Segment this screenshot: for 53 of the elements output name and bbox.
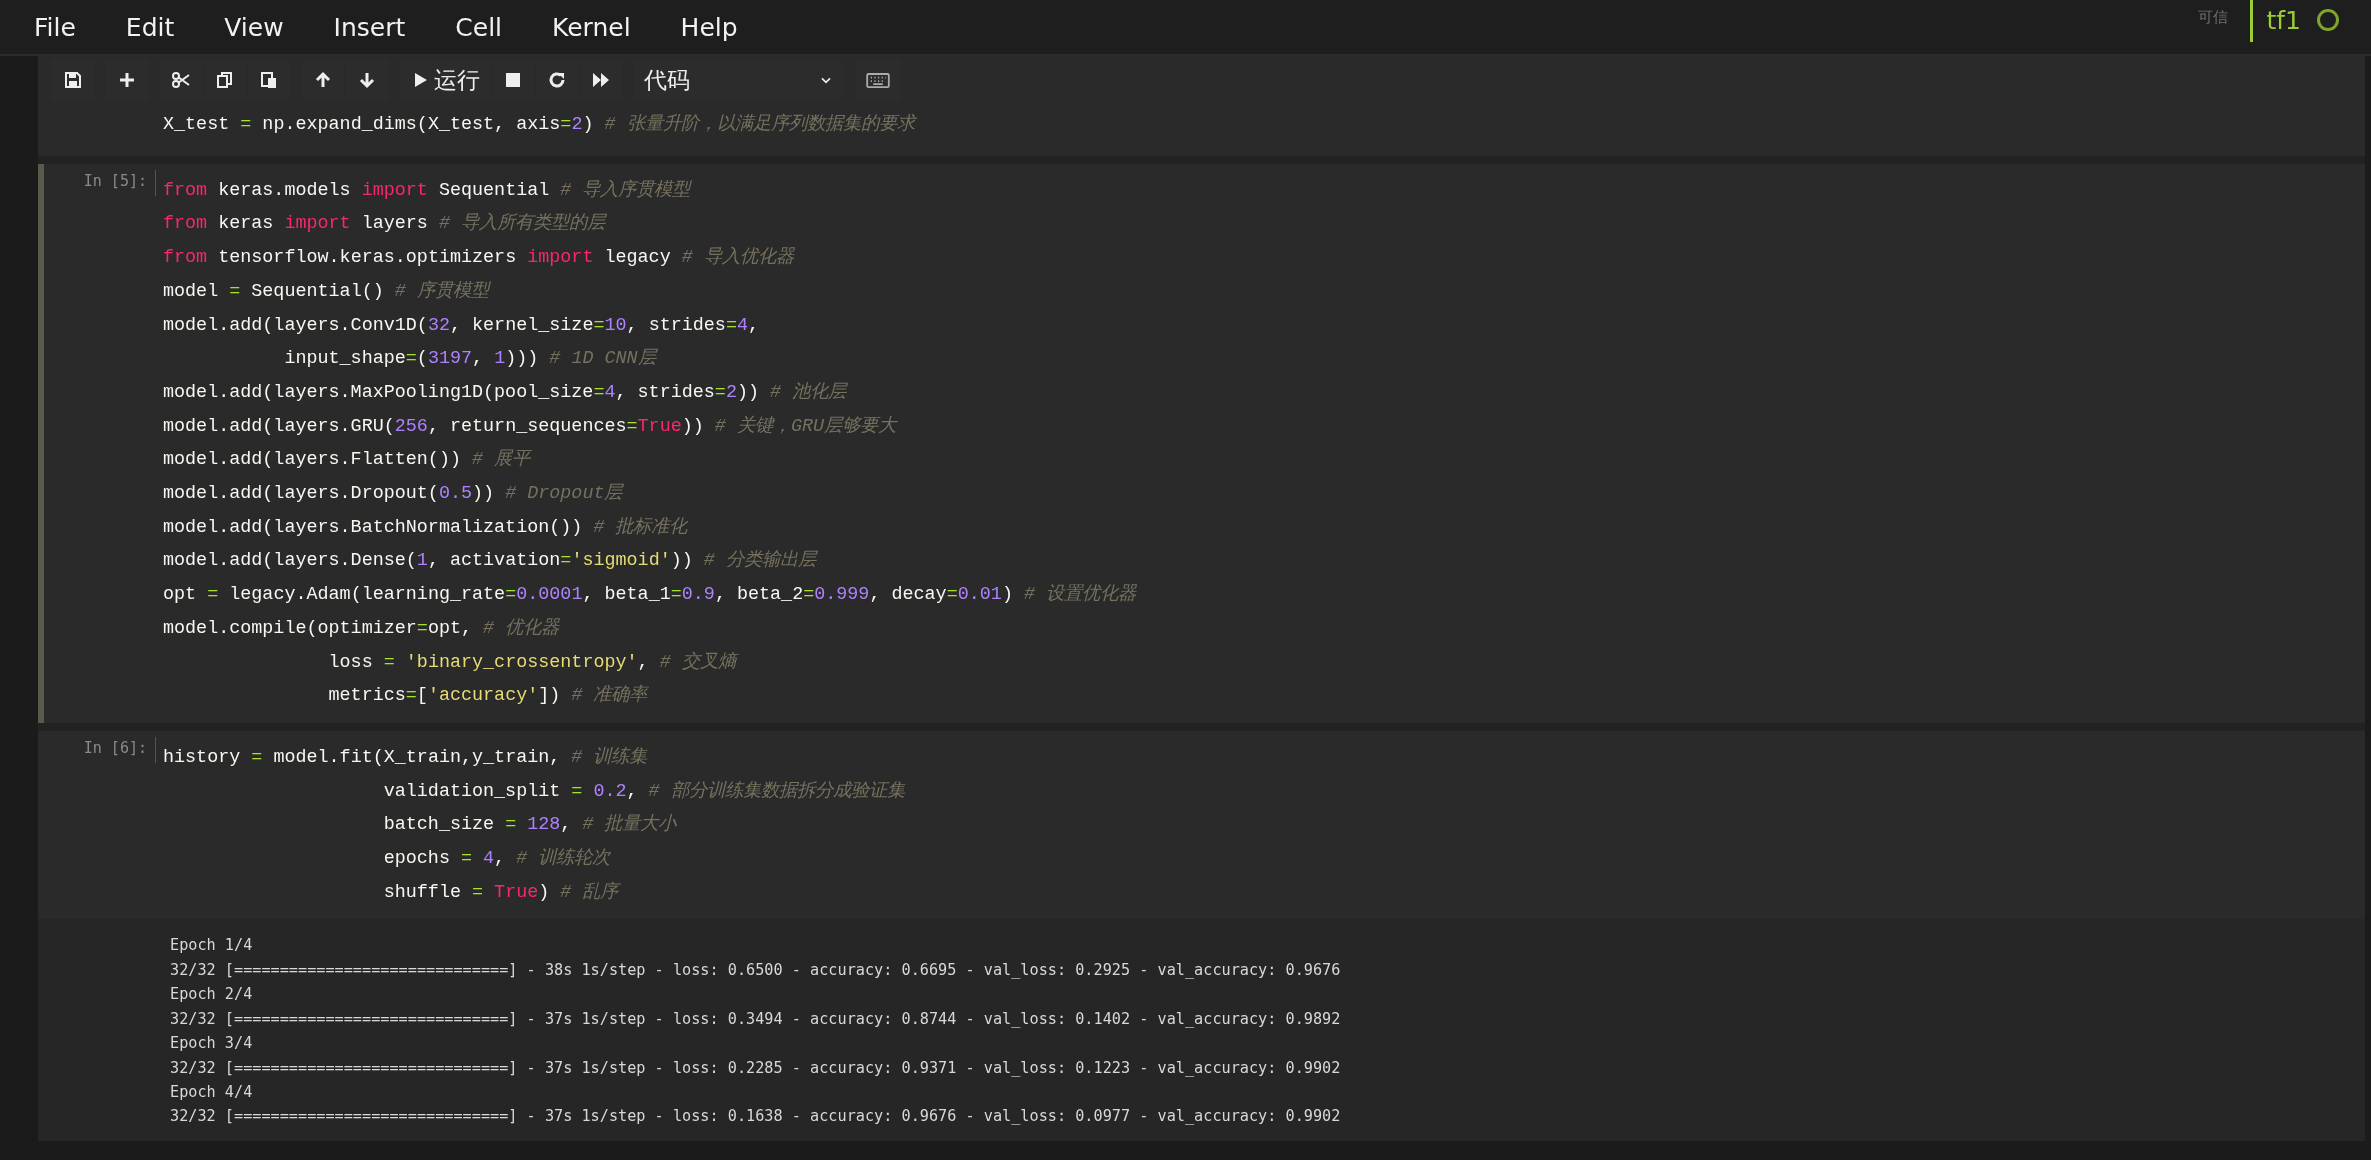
output-line: 32/32 [==============================] - 37s 1s/step - loss: 0.3494 - accuracy: 0.8744 - val_loss: 0.1402 - val_accuracy: 0.9892 [170, 1008, 1342, 1030]
menu-item[interactable]: View [224, 12, 284, 42]
code-line: batch_size = 128, # 批量大小 [382, 813, 678, 838]
code-line: opt = legacy.Adam(learning_rate=0.0001, beta_1=0.9, beta_2=0.999, decay=0.01) # 设置优化器 [163, 583, 1137, 608]
code-line: validation_split = 0.2, # 部分训练集数据拆分成验证集 [382, 779, 905, 804]
output-line: Epoch 2/4 [170, 984, 254, 1006]
code-line: model.add(layers.BatchNormalization()) # 批标准化 [163, 515, 689, 540]
code-line: from keras import layers # 导入所有类型的层 [163, 212, 608, 237]
code-line: model.add(layers.Dropout(0.5)) # Dropout层 [163, 482, 625, 507]
save-icon [63, 70, 83, 90]
output-line: 32/32 [==============================] - 38s 1s/step - loss: 0.6500 - accuracy: 0.6695 - val_loss: 0.2925 - val_accuracy: 0.9676 [170, 959, 1342, 981]
code-line: from keras.models import Sequential # 导入序贯模型 [163, 178, 693, 203]
code-line: input_shape=(3197, 1))) # 1D CNN层 [283, 347, 659, 372]
code-line: model.add(layers.Dense(1, activation='sigmoid')) # 分类输出层 [163, 549, 819, 574]
output-line: Epoch 4/4 [170, 1081, 254, 1103]
output-line: 32/32 [==============================] - 37s 1s/step - loss: 0.2285 - accuracy: 0.9371 - val_loss: 0.1223 - val_accuracy: 0.9902 [170, 1057, 1342, 1079]
kernel-name: tf1 [2266, 6, 2301, 35]
code-line: model.compile(optimizer=opt, # 优化器 [163, 616, 561, 641]
cell-prompt: In [6]: [82, 737, 148, 759]
menu-item[interactable]: Edit [125, 12, 175, 42]
code-line: model.add(layers.GRU(256, return_sequences=True)) # 关键，GRU层够要大 [163, 414, 899, 439]
code-line: history = model.fit(X_train,y_train, # 训练集 [163, 745, 649, 770]
output-line: 32/32 [==============================] - 37s 1s/step - loss: 0.1638 - accuracy: 0.9676 - val_loss: 0.0977 - val_accuracy: 0.9902 [170, 1106, 1342, 1128]
fast-forward-icon [591, 70, 611, 90]
cell-prompt: In [5]: [82, 170, 148, 192]
menu-item[interactable]: Cell [455, 12, 503, 42]
plus-icon [117, 70, 137, 90]
stop-icon [503, 70, 523, 90]
menu-item[interactable]: Help [680, 12, 738, 42]
output-line: Epoch 1/4 [170, 935, 254, 957]
code-line: model.add(layers.Flatten()) # 展平 [163, 448, 533, 473]
trust-label: 可信 [2198, 8, 2229, 27]
code-line: X_test = np.expand_dims(X_test, axis=2) # 张量升阶，以满足序列数据集的要求 [163, 112, 915, 137]
scissors-icon [171, 70, 191, 90]
menu-item[interactable]: File [34, 12, 76, 42]
code-line: loss = 'binary_crossentropy', # 交叉熵 [163, 645, 1137, 680]
output-line: Epoch 3/4 [170, 1033, 254, 1055]
code-line: model = Sequential() # 序贯模型 [163, 279, 492, 304]
code-line: shuffle = True) # 乱序 [382, 880, 622, 905]
paste-icon [259, 70, 279, 90]
code-line: epochs = 4, # 训练轮次 [382, 847, 612, 872]
arrow-up-icon [313, 70, 333, 90]
code-line: model.add(layers.MaxPooling1D(pool_size=4, strides=2)) # 池化层 [163, 380, 849, 405]
code-cell[interactable]: In [6]: history = model.fit(X_train,y_train, # 训练集 validation_split = 0.2, # 部分训练集数据拆分成验证集 batch_size = 128, # 批量大小 epochs = 4, # 训练轮次 shuffle = True) # 乱序 [38, 730, 2365, 920]
restart-icon [547, 70, 567, 90]
copy-icon [215, 70, 235, 90]
code-line: metrics=['accuracy']) # 准确率 [327, 683, 650, 709]
code-cell[interactable] [38, 163, 2365, 723]
code-line: from tensorflow.keras.optimizers import legacy # 导入优化器 [163, 246, 796, 271]
menu-item[interactable]: Kernel [552, 12, 631, 42]
arrow-down-icon [357, 70, 377, 90]
menu-item[interactable]: Insert [333, 12, 406, 42]
code-line: model.add(layers.Conv1D(32, kernel_size=10, strides=4, [163, 313, 761, 338]
